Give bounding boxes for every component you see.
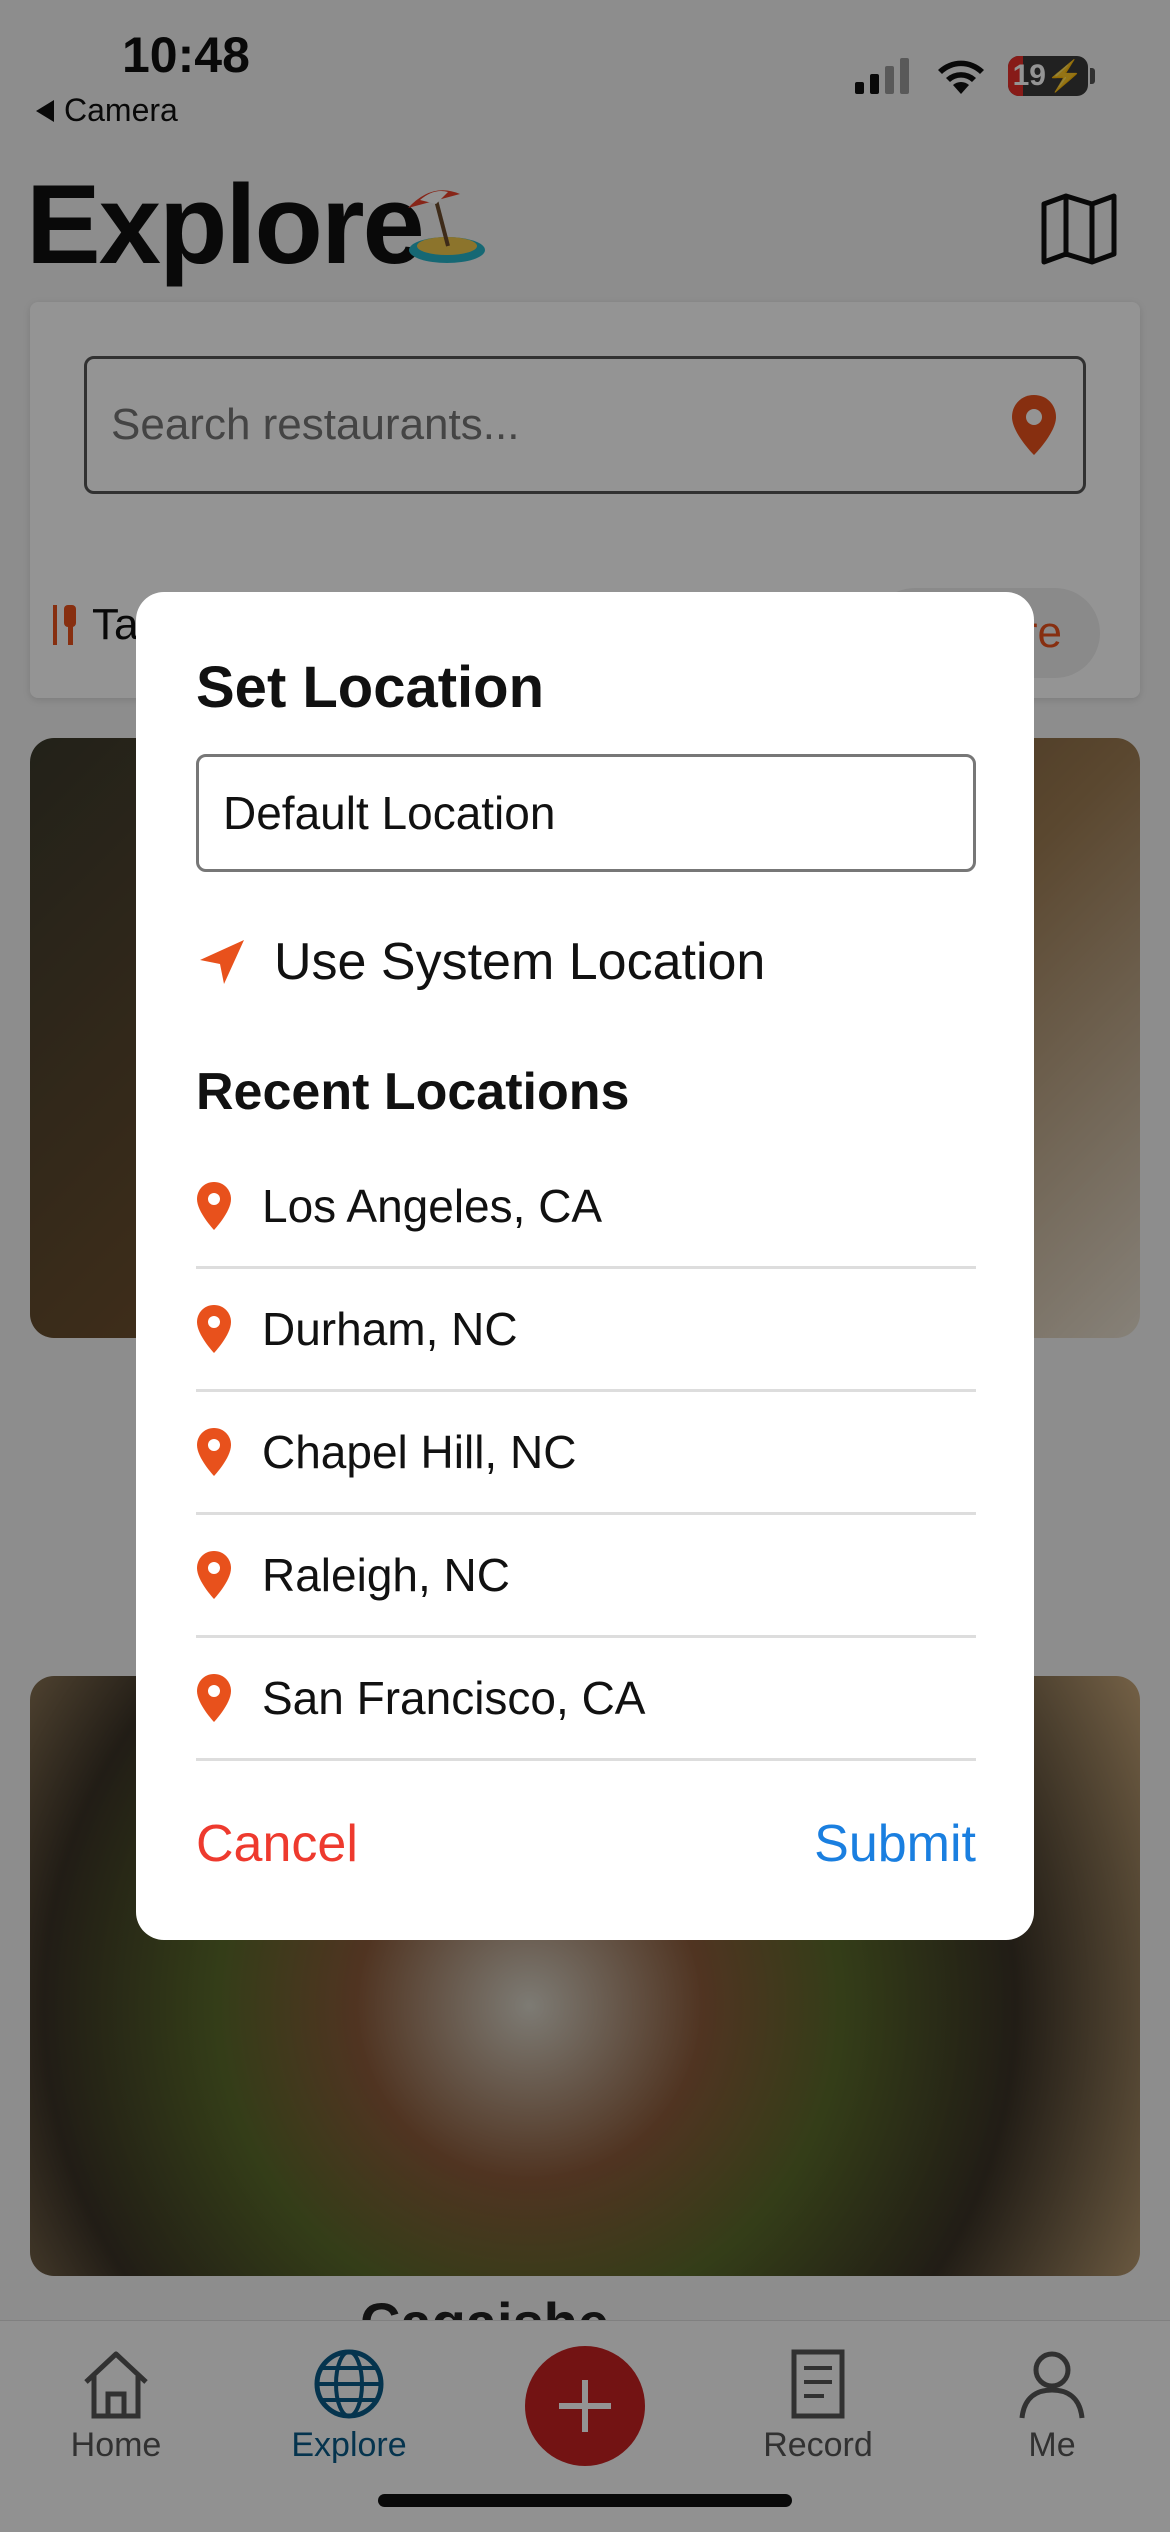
location-field[interactable] (196, 754, 976, 872)
recent-location-label: San Francisco, CA (262, 1672, 646, 1724)
recent-location-item[interactable]: Los Angeles, CA (196, 1146, 976, 1269)
recent-location-item[interactable]: Chapel Hill, NC (196, 1392, 976, 1515)
location-pin-icon (197, 1551, 231, 1599)
recent-location-item[interactable]: Raleigh, NC (196, 1515, 976, 1638)
recent-location-label: Chapel Hill, NC (262, 1426, 577, 1478)
use-system-location-label: Use System Location (274, 933, 766, 991)
cancel-button[interactable]: Cancel (196, 1814, 358, 1874)
recent-location-label: Durham, NC (262, 1303, 518, 1355)
recent-location-label: Los Angeles, CA (262, 1180, 603, 1232)
location-pin-icon (197, 1182, 231, 1230)
location-pin-icon (197, 1428, 231, 1476)
location-input[interactable] (223, 757, 943, 869)
location-pin-icon (197, 1305, 231, 1353)
submit-button[interactable]: Submit (814, 1814, 976, 1874)
location-pin-icon (197, 1674, 231, 1722)
recent-location-label: Raleigh, NC (262, 1549, 510, 1601)
dialog-title: Set Location (196, 655, 545, 720)
recent-locations-list: Los Angeles, CA Durham, NC Chapel Hill, … (196, 1146, 976, 1761)
use-system-location-button[interactable]: Use System Location (196, 932, 765, 992)
recent-location-item[interactable]: Durham, NC (196, 1269, 976, 1392)
recent-location-item[interactable]: San Francisco, CA (196, 1638, 976, 1761)
set-location-dialog: Set Location Use System Location Recent … (136, 592, 1034, 1940)
location-arrow-icon (200, 940, 244, 984)
recent-locations-heading: Recent Locations (196, 1063, 630, 1121)
